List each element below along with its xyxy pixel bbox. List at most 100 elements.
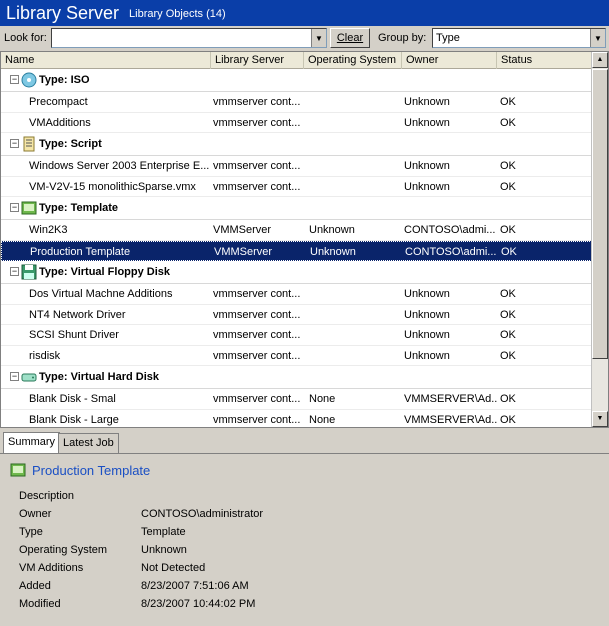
group-label: Type: Template	[39, 202, 119, 214]
library-objects-grid: Name Library Server Operating System Own…	[0, 51, 609, 428]
cell-name: risdisk	[29, 349, 61, 362]
lookfor-label: Look for:	[4, 32, 47, 44]
collapse-icon[interactable]: −	[10, 203, 19, 212]
hard-disk-icon	[21, 373, 37, 382]
cell-name: SCSI Shunt Driver	[29, 329, 119, 341]
column-header-library-server[interactable]: Library Server	[211, 52, 304, 69]
cell-operating-system: None	[309, 393, 336, 405]
chevron-down-icon[interactable]: ▼	[311, 29, 326, 47]
table-row[interactable]: NT4 Network Driver vmmserver cont... Unkno…	[1, 305, 592, 325]
details-pane: Production Template Description Owner CO…	[0, 453, 609, 626]
clear-label: Clear	[336, 32, 364, 44]
cell-status: OK	[500, 96, 516, 108]
cell-name: VMAdditions	[29, 116, 91, 129]
disc-icon	[21, 72, 37, 88]
cell-library-server: vmmserver cont...	[213, 288, 301, 300]
vm-additions-value: Not Detected	[141, 562, 206, 574]
cell-library-server: vmmserver cont...	[213, 116, 301, 129]
detail-tabs: Summary Latest Job	[0, 432, 609, 453]
owner-label: Owner	[19, 508, 52, 520]
table-row[interactable]: Win2K3 VMMServer Unknown CONTOSO\admi... OK	[1, 220, 592, 241]
collapse-icon[interactable]: −	[10, 372, 19, 381]
description-heading: Description	[19, 490, 75, 502]
group-header-row[interactable]: − Type: ISO	[1, 69, 592, 92]
cell-status: OK	[500, 224, 516, 236]
cell-name: Windows Server 2003 Enterprise E...	[29, 160, 209, 172]
groupby-label: Group by:	[378, 32, 427, 44]
table-row[interactable]: Blank Disk - Large vmmserver cont... None V…	[1, 410, 592, 428]
cell-owner: VMMSERVER\Ad...	[404, 393, 498, 405]
added-value: 8/23/2007 7:51:06 AM	[141, 580, 249, 592]
table-row[interactable]: risdisk vmmserver cont... Unknown OK	[1, 346, 592, 366]
group-label: Type: ISO	[39, 74, 90, 86]
cell-library-server: vmmserver cont...	[213, 349, 301, 362]
group-header-row[interactable]: − Type: Script	[1, 133, 592, 156]
vertical-scrollbar[interactable]: ▲ ▼	[591, 52, 608, 427]
group-header-row[interactable]: − Type: Template	[1, 197, 592, 220]
type-value: Template	[141, 526, 186, 538]
cell-status: OK	[500, 116, 516, 129]
cell-name: Production Template	[30, 245, 131, 258]
column-header-operating-system[interactable]: Operating System	[304, 52, 402, 69]
scroll-down-arrow-icon[interactable]: ▼	[592, 411, 608, 427]
collapse-icon[interactable]: −	[10, 267, 19, 276]
table-row[interactable]: VMAdditions vmmserver cont... Unknown OK	[1, 113, 592, 133]
group-header-row[interactable]: − Type: Virtual Floppy Disk	[1, 261, 592, 284]
table-row[interactable]: Production Template VMMServer Unknown CONTO…	[1, 240, 592, 261]
modified-value: 8/23/2007 10:44:02 PM	[141, 598, 256, 610]
lookfor-input[interactable]: ▼	[51, 28, 327, 48]
cell-operating-system: None	[309, 413, 336, 426]
table-row[interactable]: VM-V2V-15 monolithicSparse.vmx vmmserver …	[1, 177, 592, 197]
cell-name: NT4 Network Driver	[29, 308, 126, 321]
cell-status: OK	[500, 288, 516, 300]
collapse-icon[interactable]: −	[10, 139, 19, 148]
os-value: Unknown	[141, 544, 187, 556]
clear-button[interactable]: Clear	[330, 28, 370, 48]
cell-owner: Unknown	[404, 116, 450, 129]
table-row[interactable]: Dos Virtual Machne Additions vmmserver co…	[1, 284, 592, 305]
column-header-status[interactable]: Status	[497, 52, 592, 69]
cell-library-server: vmmserver cont...	[213, 160, 301, 172]
cell-name: Precompact	[29, 96, 88, 108]
cell-status: OK	[500, 329, 516, 341]
cell-status: OK	[500, 180, 516, 193]
cell-name: Blank Disk - Smal	[29, 393, 116, 405]
cell-library-server: VMMServer	[214, 245, 273, 258]
type-label: Type	[19, 526, 43, 538]
tab-summary[interactable]: Summary	[3, 432, 61, 453]
table-row[interactable]: Blank Disk - Smal vmmserver cont... None VM…	[1, 389, 592, 410]
scroll-thumb[interactable]	[592, 69, 608, 359]
groupby-value: Type	[436, 32, 460, 44]
column-header-name[interactable]: Name	[1, 52, 211, 69]
script-icon	[23, 136, 35, 152]
chevron-down-icon[interactable]: ▼	[590, 29, 605, 47]
cell-owner: Unknown	[404, 349, 450, 362]
cell-status: OK	[500, 160, 516, 172]
table-row[interactable]: Windows Server 2003 Enterprise E... vmmse…	[1, 156, 592, 177]
column-header-owner[interactable]: Owner	[402, 52, 497, 69]
cell-owner: Unknown	[404, 308, 450, 321]
groupby-select[interactable]: Type ▼	[432, 28, 606, 48]
cell-owner: CONTOSO\admi...	[404, 224, 496, 236]
title-bar: Library Server Library Objects (14)	[0, 0, 609, 26]
cell-owner: CONTOSO\admi...	[405, 245, 497, 258]
collapse-icon[interactable]: −	[10, 75, 19, 84]
group-header-row[interactable]: − Type: Virtual Hard Disk	[1, 366, 592, 389]
cell-library-server: vmmserver cont...	[213, 180, 301, 193]
app-title: Library Server	[6, 2, 120, 23]
cell-library-server: vmmserver cont...	[213, 393, 301, 405]
scroll-up-arrow-icon[interactable]: ▲	[592, 52, 608, 68]
modified-label: Modified	[19, 598, 61, 610]
cell-name: Blank Disk - Large	[29, 413, 119, 426]
owner-value: CONTOSO\administrator	[141, 508, 264, 520]
table-row[interactable]: Precompact vmmserver cont... Unknown OK	[1, 92, 592, 113]
column-header-row: Name Library Server Operating System Own…	[1, 52, 592, 69]
table-row[interactable]: SCSI Shunt Driver vmmserver cont... Unknow…	[1, 325, 592, 346]
group-label: Type: Script	[39, 138, 102, 150]
tab-latest-job[interactable]: Latest Job	[58, 433, 119, 453]
cell-owner: Unknown	[404, 96, 450, 108]
cell-library-server: vmmserver cont...	[213, 413, 301, 426]
cell-owner: Unknown	[404, 160, 450, 172]
added-label: Added	[19, 580, 51, 592]
cell-status: OK	[500, 393, 516, 405]
